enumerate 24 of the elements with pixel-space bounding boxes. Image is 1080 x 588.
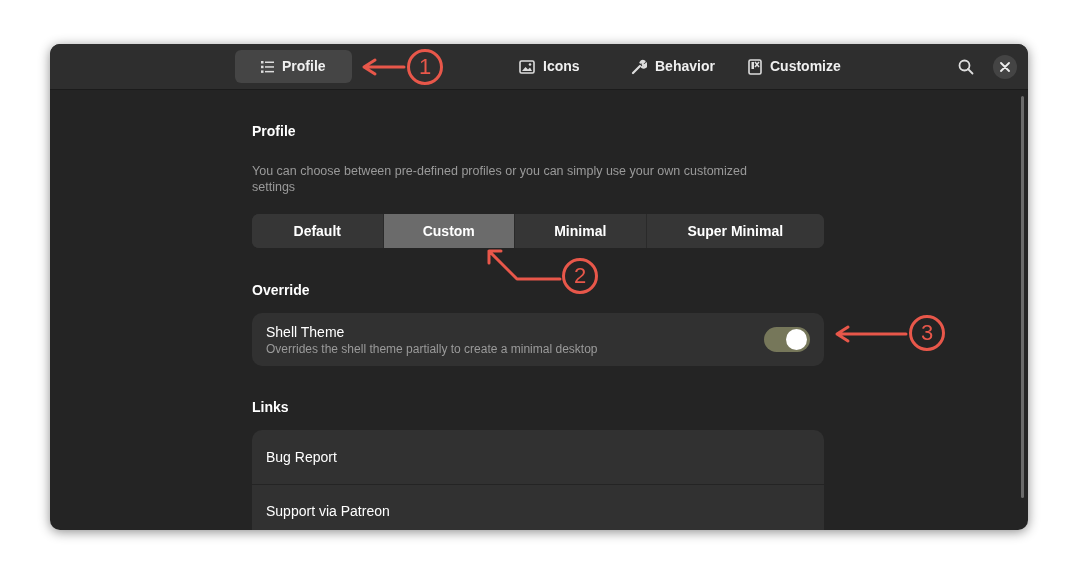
callout-number: 2 [562,258,598,294]
setting-subtitle: Overrides the shell theme partially to create a minimal desktop [266,340,599,357]
search-icon [958,59,974,75]
close-icon [1000,62,1010,72]
link-row[interactable]: Bug Report [252,430,824,484]
tab[interactable]: Profile [235,50,352,83]
callout-arrow [362,58,406,76]
section-description: You can choose between pre-defined profiles or you can simply use your own customized settings [252,163,748,195]
segment-button[interactable]: Custom [382,214,514,248]
tab[interactable]: Icons [493,50,606,83]
callout-number: 1 [407,49,443,85]
section-heading: Override [252,281,310,299]
callout-number: 3 [909,315,945,351]
link-row[interactable]: Support via Patreon [252,484,824,530]
list-icon [261,60,274,73]
section-heading: Links [252,398,289,416]
close-button[interactable] [993,55,1017,79]
section-heading: Profile [252,122,296,140]
segment-button[interactable]: Super Minimal [645,214,824,248]
setting-title: Shell Theme [266,322,346,341]
image-icon [519,59,535,74]
wrench-icon [631,58,647,75]
customize-icon [748,58,762,75]
toggle-switch[interactable] [764,327,810,352]
